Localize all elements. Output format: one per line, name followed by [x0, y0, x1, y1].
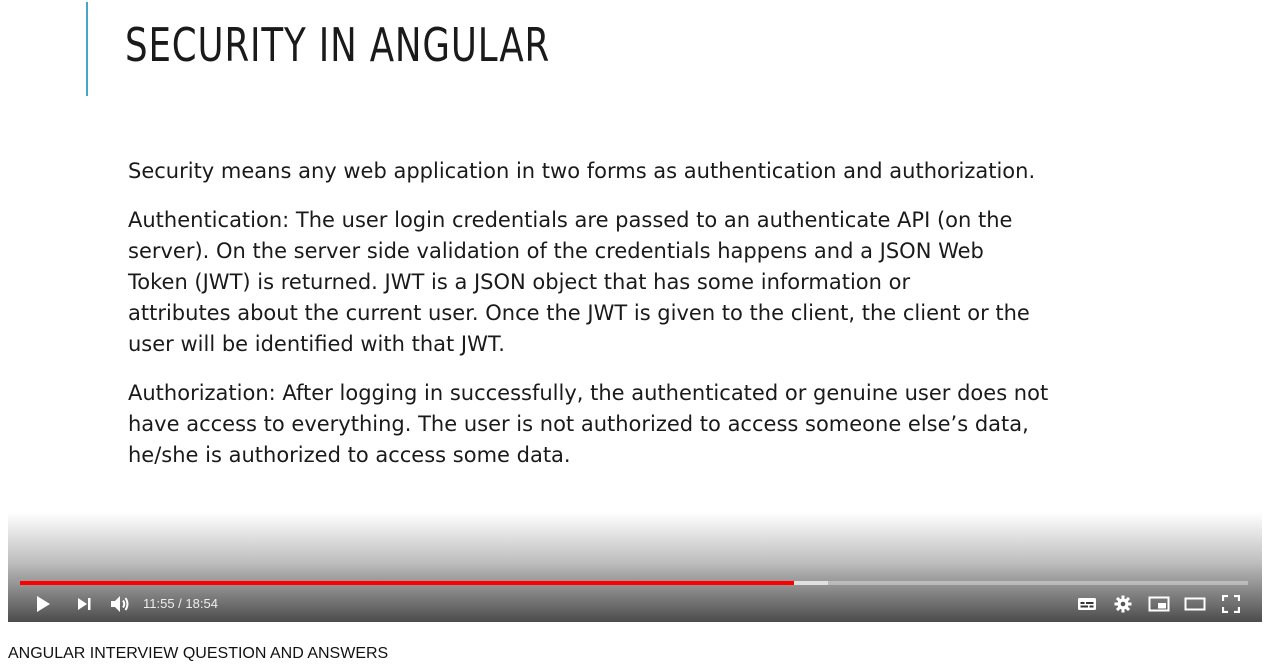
settings-button[interactable] [1112, 591, 1134, 617]
fullscreen-button[interactable] [1220, 591, 1242, 617]
next-button[interactable] [74, 591, 94, 617]
fullscreen-icon [1222, 595, 1240, 613]
video-player[interactable]: SECURITY IN ANGULAR Security means any w… [8, 0, 1262, 622]
slide-title: SECURITY IN ANGULAR [125, 18, 551, 72]
volume-icon [109, 595, 131, 613]
miniplayer-button[interactable] [1148, 591, 1170, 617]
progress-bar[interactable] [20, 581, 1248, 585]
settings-gear-icon [1114, 595, 1132, 613]
next-icon [76, 597, 92, 611]
progress-played [20, 581, 795, 585]
volume-button[interactable] [107, 591, 133, 617]
theater-mode-button[interactable] [1184, 591, 1206, 617]
play-icon [35, 595, 51, 613]
slide-paragraph-authorization: Authorization: After logging in successf… [128, 381, 1049, 467]
theater-mode-icon [1184, 597, 1206, 611]
time-display: 11:55 / 18:54 [143, 596, 218, 611]
slide-paragraph-security: Security means any web application in tw… [128, 159, 1036, 183]
miniplayer-icon [1148, 596, 1170, 612]
title-accent-rule [86, 2, 88, 96]
subtitles-button[interactable] [1076, 591, 1098, 617]
subtitles-icon [1077, 596, 1097, 612]
slide-paragraph-authentication: Authentication: The user login credentia… [128, 208, 1030, 356]
video-title: ANGULAR INTERVIEW QUESTION AND ANSWERS [8, 645, 389, 662]
play-button[interactable] [32, 591, 54, 617]
